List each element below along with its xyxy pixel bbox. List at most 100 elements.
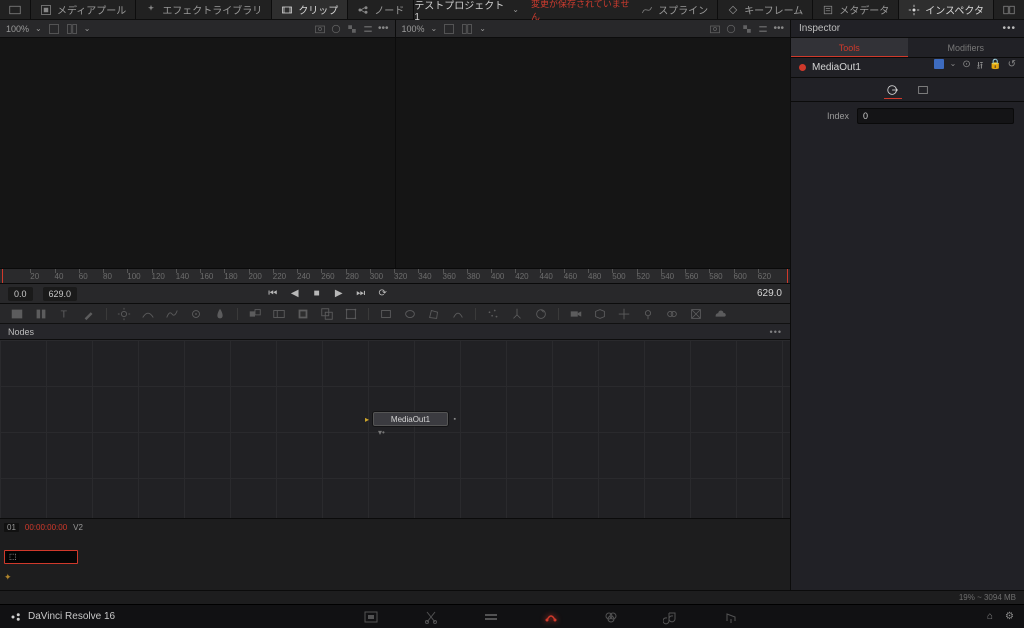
- hue-tool-icon[interactable]: [165, 307, 179, 321]
- lock-icon[interactable]: 🔒: [989, 59, 1001, 76]
- viewer-options-menu[interactable]: •••: [773, 23, 784, 35]
- go-end-button[interactable]: ⏭: [354, 287, 368, 301]
- home-button[interactable]: ⌂: [987, 611, 993, 622]
- color-page-button[interactable]: [603, 609, 619, 625]
- deliver-page-button[interactable]: [723, 609, 739, 625]
- background-tool-icon[interactable]: [10, 307, 24, 321]
- clip-thumbnail[interactable]: ⬚: [4, 550, 78, 564]
- index-field-input[interactable]: 0: [857, 108, 1014, 124]
- chevron-down-icon[interactable]: ⌄: [84, 24, 91, 33]
- chevron-down-icon[interactable]: ⌄: [512, 5, 519, 14]
- effects-library-toggle[interactable]: エフェクトライブラリ: [136, 0, 272, 19]
- inspector-subtab-settings[interactable]: [914, 81, 932, 99]
- pin-icon[interactable]: ⊙: [962, 59, 970, 76]
- channel-tool-icon[interactable]: [272, 307, 286, 321]
- resize-tool-icon[interactable]: [320, 307, 334, 321]
- cut-page-button[interactable]: [423, 609, 439, 625]
- inspector-tab-modifiers[interactable]: Modifiers: [908, 38, 1024, 57]
- subview-icon[interactable]: [330, 23, 342, 35]
- fit-icon[interactable]: [48, 23, 60, 35]
- matte-tool-icon[interactable]: [296, 307, 310, 321]
- playhead-end-marker[interactable]: [787, 269, 788, 283]
- text-tool-icon[interactable]: T: [58, 307, 72, 321]
- spline-toggle[interactable]: スプライン: [632, 0, 718, 19]
- options-icon[interactable]: [362, 23, 374, 35]
- fit-icon[interactable]: [443, 23, 455, 35]
- nodes-toggle[interactable]: ノード: [348, 0, 414, 19]
- copy-icon[interactable]: ⭿: [977, 59, 983, 76]
- colorcurves-tool-icon[interactable]: [141, 307, 155, 321]
- snapshot-icon[interactable]: [709, 23, 721, 35]
- fastnoise-tool-icon[interactable]: [34, 307, 48, 321]
- inspector-tab-tools[interactable]: Tools: [791, 38, 908, 57]
- play-button[interactable]: ▶: [332, 287, 346, 301]
- split-icon[interactable]: [66, 23, 78, 35]
- chevron-down-icon[interactable]: ⌄: [431, 24, 438, 33]
- go-start-button[interactable]: ⏮: [266, 287, 280, 301]
- clips-toggle[interactable]: クリップ: [272, 0, 348, 19]
- renderer3d-tool-icon[interactable]: [689, 307, 703, 321]
- fusion-page-button[interactable]: [543, 609, 559, 625]
- right-zoom-dropdown[interactable]: 100%: [402, 24, 425, 34]
- chevron-down-icon[interactable]: ⌄: [479, 24, 486, 33]
- step-back-button[interactable]: ◀: [288, 287, 302, 301]
- inspector-options-menu[interactable]: •••: [1002, 23, 1016, 34]
- paint-tool-icon[interactable]: [82, 307, 96, 321]
- colorcorrector-tool-icon[interactable]: [189, 307, 203, 321]
- rectangle-mask-icon[interactable]: [379, 307, 393, 321]
- nodes-options-menu[interactable]: •••: [770, 327, 782, 337]
- project-settings-button[interactable]: ⚙: [1005, 611, 1014, 622]
- particles-tool-icon[interactable]: [486, 307, 500, 321]
- media-page-button[interactable]: [363, 609, 379, 625]
- split-icon[interactable]: [461, 23, 473, 35]
- stop-button[interactable]: ■: [310, 287, 324, 301]
- left-zoom-dropdown[interactable]: 100%: [6, 24, 29, 34]
- current-frame-field[interactable]: 0.0: [8, 287, 33, 301]
- mediaout-node[interactable]: MediaOut1: [373, 412, 448, 426]
- dual-screen-icon: [1003, 4, 1015, 16]
- subview-icon[interactable]: [725, 23, 737, 35]
- dual-screen-toggle[interactable]: [994, 0, 1024, 19]
- ellipse-mask-icon[interactable]: [403, 307, 417, 321]
- chevron-down-icon[interactable]: ⌄: [35, 24, 42, 33]
- merge-tool-icon[interactable]: [248, 307, 262, 321]
- chevron-down-icon[interactable]: ⌄: [950, 59, 957, 76]
- image3d-tool-icon[interactable]: [593, 307, 607, 321]
- camera3d-tool-icon[interactable]: [569, 307, 583, 321]
- ruler-tick: 300: [370, 269, 383, 283]
- polygon-mask-icon[interactable]: [427, 307, 441, 321]
- reset-icon[interactable]: ↺: [1008, 59, 1016, 76]
- page-switcher-collapse[interactable]: [0, 0, 31, 19]
- bspline-mask-icon[interactable]: [451, 307, 465, 321]
- inspector-subtab-controls[interactable]: [884, 81, 902, 99]
- light-tool-icon[interactable]: [641, 307, 655, 321]
- total-frames-field[interactable]: 629.0: [43, 287, 78, 301]
- timeline-ruler[interactable]: 2040608010012014016018020022024026028030…: [0, 268, 790, 284]
- ruler-tick: 80: [103, 269, 112, 283]
- brightness-tool-icon[interactable]: [117, 307, 131, 321]
- blur-tool-icon[interactable]: [213, 307, 227, 321]
- pemitter-tool-icon[interactable]: [510, 307, 524, 321]
- version-swatch-icon[interactable]: [934, 59, 944, 69]
- snapshot-icon[interactable]: [314, 23, 326, 35]
- left-viewer[interactable]: [0, 38, 396, 268]
- node-editor-canvas[interactable]: MediaOut1 ▾•: [0, 340, 790, 518]
- transform-tool-icon[interactable]: [344, 307, 358, 321]
- prender-tool-icon[interactable]: [534, 307, 548, 321]
- viewer-options-menu[interactable]: •••: [378, 23, 389, 35]
- fairlight-page-button[interactable]: [663, 609, 679, 625]
- checker-icon[interactable]: [346, 23, 358, 35]
- edit-page-button[interactable]: [483, 609, 499, 625]
- media-pool-toggle[interactable]: メディアプール: [31, 0, 136, 19]
- fog-tool-icon[interactable]: [713, 307, 727, 321]
- options-icon[interactable]: [757, 23, 769, 35]
- checker-icon[interactable]: [741, 23, 753, 35]
- metadata-toggle[interactable]: メタデータ: [813, 0, 899, 19]
- loop-button[interactable]: ⟳: [376, 287, 390, 301]
- shape3d-tool-icon[interactable]: [617, 307, 631, 321]
- playhead-start-marker[interactable]: [2, 269, 3, 283]
- inspector-toggle[interactable]: インスペクタ: [899, 0, 994, 19]
- keyframes-toggle[interactable]: キーフレーム: [718, 0, 813, 19]
- right-viewer[interactable]: [396, 38, 791, 268]
- merge3d-tool-icon[interactable]: [665, 307, 679, 321]
